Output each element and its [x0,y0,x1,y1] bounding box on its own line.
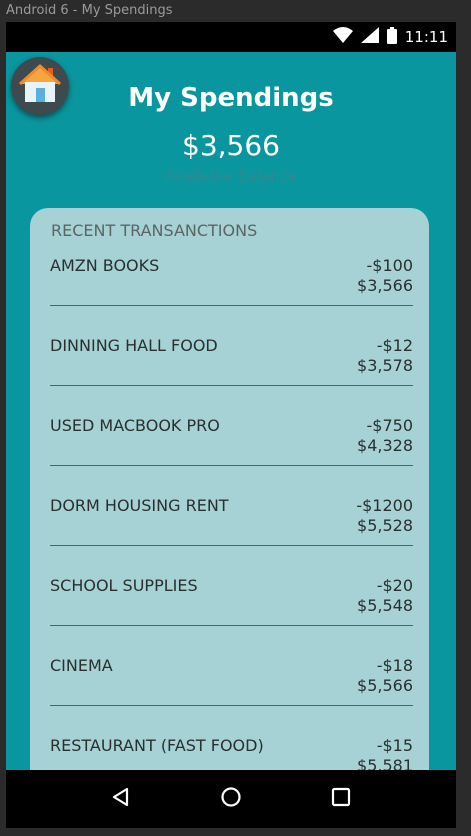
transaction-name: SCHOOL SUPPLIES [50,576,198,595]
transaction-balance: $5,566 [357,676,413,695]
transaction-amount: -$12 [376,336,413,355]
transaction-name: USED MACBOOK PRO [50,416,220,435]
transaction-name: DORM HOUSING RENT [50,496,229,515]
transaction-row[interactable]: SCHOOL SUPPLIES -$20 $5,548 [50,572,413,652]
recents-icon [331,787,351,811]
transaction-balance: $4,328 [357,436,413,455]
navigation-bar [6,770,456,828]
home-nav-button[interactable] [211,779,251,819]
status-time: 11:11 [404,28,448,46]
transaction-row[interactable]: DORM HOUSING RENT -$1200 $5,528 [50,492,413,572]
divider [50,305,413,306]
signal-icon [360,27,379,47]
transaction-amount: -$18 [376,656,413,675]
transaction-row[interactable]: DINNING HALL FOOD -$12 $3,578 [50,332,413,412]
transaction-balance: $5,548 [357,596,413,615]
divider [50,545,413,546]
transaction-amount: -$100 [366,256,414,275]
transactions-header: RECENT TRANSANCTIONS [51,221,258,240]
window-title: Android 6 - My Spendings [6,3,173,18]
transaction-balance: $5,528 [357,516,413,535]
page-title: My Spendings [128,83,334,113]
transactions-list: AMZN BOOKS -$100 $3,566 DINNING HALL FOO… [50,252,413,770]
battery-icon [386,26,397,48]
divider [50,625,413,626]
transaction-name: AMZN BOOKS [50,256,160,275]
back-icon [111,787,131,811]
wifi-icon [332,27,353,47]
app-content: My Spendings $3,566 Available Balance RE… [6,52,456,770]
transaction-amount: -$15 [376,736,413,755]
divider [50,385,413,386]
transaction-row[interactable]: USED MACBOOK PRO -$750 $4,328 [50,412,413,492]
transaction-name: DINNING HALL FOOD [50,336,218,355]
balance-amount: $3,566 [182,129,280,162]
transaction-row[interactable]: AMZN BOOKS -$100 $3,566 [50,252,413,332]
transactions-card: RECENT TRANSANCTIONS AMZN BOOKS -$100 $3… [30,208,429,770]
transaction-row[interactable]: RESTAURANT (FAST FOOD) -$15 $5,581 [50,732,413,770]
recents-button[interactable] [321,779,361,819]
transaction-balance: $3,566 [357,276,413,295]
back-button[interactable] [101,779,141,819]
transaction-balance: $5,581 [357,756,413,770]
device-screen: 11:11 My Spendings $3,566 Available Bala… [6,22,456,828]
transaction-name: RESTAURANT (FAST FOOD) [50,736,264,755]
status-icons: 11:11 [332,22,448,52]
transaction-amount: -$750 [366,416,414,435]
divider [50,465,413,466]
status-bar: 11:11 [6,22,456,52]
transaction-row[interactable]: CINEMA -$18 $5,566 [50,652,413,732]
transaction-amount: -$20 [376,576,413,595]
divider [50,705,413,706]
transaction-balance: $3,578 [357,356,413,375]
home-nav-icon [220,786,242,812]
transaction-amount: -$1200 [356,496,413,515]
transaction-name: CINEMA [50,656,113,675]
balance-label: Available Balance [164,167,298,185]
